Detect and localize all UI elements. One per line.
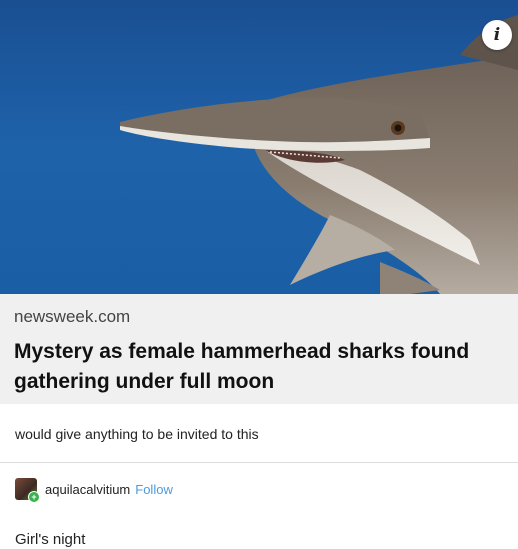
shark-photo[interactable]: i [0,0,518,294]
info-icon[interactable]: i [482,20,512,50]
link-domain: newsweek.com [14,307,131,326]
avatar[interactable]: + [15,478,40,503]
reblog-comment: would give anything to be invited to thi… [15,426,259,442]
reply-text: Girl's night [15,531,86,548]
post-card: i newsweek.com Mystery as female hammerh… [0,0,518,549]
hammerhead-shark-image [0,0,518,294]
username[interactable]: aquilacalvitium [45,482,130,497]
plus-badge-icon: + [28,491,40,503]
divider [0,462,518,463]
link-preview[interactable]: newsweek.com Mystery as female hammerhea… [0,294,518,404]
link-title[interactable]: Mystery as female hammerhead sharks foun… [14,337,504,397]
follow-button[interactable]: Follow [135,482,173,497]
author-row: + aquilacalvitium Follow [15,477,173,503]
